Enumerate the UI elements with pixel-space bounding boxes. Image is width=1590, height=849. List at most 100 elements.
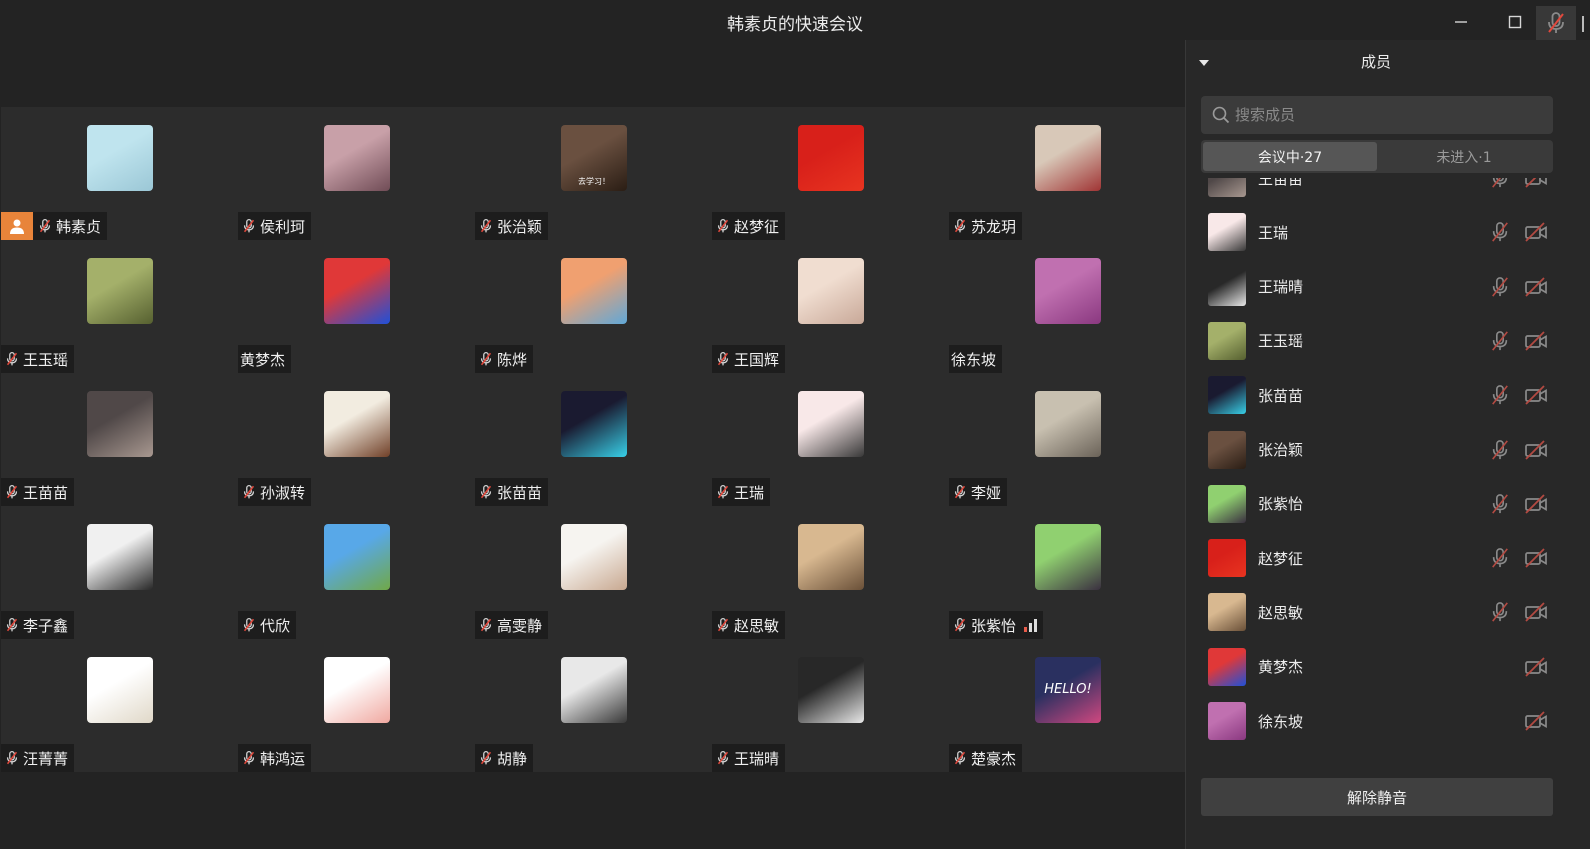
participant-name: 汪菁菁 xyxy=(23,749,69,768)
mic-off-icon xyxy=(951,482,969,502)
participant-tile[interactable]: 张紫怡 xyxy=(949,506,1187,639)
participant-tile[interactable]: 韩素贞 xyxy=(1,107,239,240)
tab-in-meeting[interactable]: 会议中·27 xyxy=(1203,142,1377,171)
participant-tile[interactable]: 徐东坡 xyxy=(949,240,1187,373)
participant-tile[interactable]: 李娅 xyxy=(949,373,1187,506)
member-mic-toggle[interactable] xyxy=(1488,178,1512,190)
member-row[interactable]: 张紫怡 xyxy=(1186,477,1566,531)
participant-tile[interactable]: 王国辉 xyxy=(712,240,950,373)
search-input[interactable] xyxy=(1235,106,1553,124)
participant-name: 赵思敏 xyxy=(734,616,780,635)
participant-nametag: 胡静 xyxy=(475,744,534,772)
mic-off-icon xyxy=(1492,385,1508,405)
member-mic-toggle[interactable] xyxy=(1488,383,1512,407)
member-camera-toggle[interactable] xyxy=(1522,178,1550,190)
member-row[interactable]: 徐东坡 xyxy=(1186,694,1566,748)
member-row[interactable]: 赵思敏 xyxy=(1186,585,1566,639)
member-row[interactable]: 张治颖 xyxy=(1186,423,1566,477)
member-row[interactable]: 王玉瑶 xyxy=(1186,314,1566,368)
participant-tile[interactable]: 陈烨 xyxy=(475,240,713,373)
participant-tile[interactable]: 李子鑫 xyxy=(1,506,239,639)
member-name: 王苗苗 xyxy=(1258,178,1304,188)
participant-tile[interactable]: 汪菁菁 xyxy=(1,639,239,772)
member-mic-toggle[interactable] xyxy=(1488,275,1512,299)
tab-not-joined[interactable]: 未进入·1 xyxy=(1377,142,1551,171)
panel-title: 成员 xyxy=(1360,53,1391,71)
member-list[interactable]: 王苗苗王瑞 王瑞晴王玉瑶张苗苗 张治颖 张紫怡 赵梦征 赵思敏 黄梦杰 徐东坡 xyxy=(1186,178,1566,763)
participant-avatar xyxy=(798,657,864,723)
member-avatar xyxy=(1208,376,1246,415)
participant-name: 黄梦杰 xyxy=(240,350,286,369)
participant-name: 韩素贞 xyxy=(56,217,102,236)
participant-tile[interactable]: 高雯静 xyxy=(475,506,713,639)
participant-tile[interactable]: 胡静 xyxy=(475,639,713,772)
mic-off-icon xyxy=(954,485,966,499)
member-search[interactable] xyxy=(1201,96,1553,134)
member-camera-toggle[interactable] xyxy=(1522,438,1550,462)
participant-name: 韩鸿运 xyxy=(260,749,306,768)
member-avatar xyxy=(1208,484,1246,523)
member-row[interactable]: 赵梦征 xyxy=(1186,531,1566,585)
participant-tile[interactable]: 张苗苗 xyxy=(475,373,713,506)
participant-tile[interactable]: 去学习！ 张治颖 xyxy=(475,107,713,240)
participant-nametag: 楚豪杰 xyxy=(949,744,1023,772)
member-mic-toggle[interactable] xyxy=(1488,492,1512,516)
participant-tile[interactable]: 苏龙玥 xyxy=(949,107,1187,240)
camera-off-icon xyxy=(1525,331,1547,351)
participant-tile[interactable]: 赵梦征 xyxy=(712,107,950,240)
participant-name: 王苗苗 xyxy=(23,483,69,502)
mic-off-icon xyxy=(6,485,18,499)
mic-off-icon xyxy=(1492,330,1508,351)
member-camera-toggle[interactable] xyxy=(1522,329,1550,353)
participant-tile[interactable]: 赵思敏 xyxy=(712,506,950,639)
member-avatar xyxy=(1208,539,1246,578)
member-name: 王玉瑶 xyxy=(1258,332,1304,351)
member-camera-toggle[interactable] xyxy=(1522,492,1550,516)
member-camera-toggle[interactable] xyxy=(1522,655,1550,679)
participant-avatar xyxy=(798,524,864,590)
participant-tile[interactable]: HELLO! 楚豪杰 xyxy=(949,639,1187,772)
member-camera-toggle[interactable] xyxy=(1522,383,1550,407)
participant-avatar: HELLO! xyxy=(1035,657,1101,723)
mic-off-icon xyxy=(240,748,258,768)
member-camera-toggle[interactable] xyxy=(1522,709,1550,733)
member-row[interactable]: 张苗苗 xyxy=(1186,368,1566,422)
member-row[interactable]: 王苗苗 xyxy=(1186,178,1566,205)
member-mic-toggle[interactable] xyxy=(1488,220,1512,244)
camera-off-icon xyxy=(1525,711,1547,731)
member-list-scrollbar[interactable] xyxy=(1570,178,1576,763)
member-camera-toggle[interactable] xyxy=(1522,546,1550,570)
maximize-button[interactable] xyxy=(1500,8,1530,36)
member-mic-toggle[interactable] xyxy=(1488,546,1512,570)
participant-tile[interactable]: 王瑞晴 xyxy=(712,639,950,772)
participant-tile[interactable]: 韩鸿运 xyxy=(238,639,476,772)
participant-tile[interactable]: 孙淑转 xyxy=(238,373,476,506)
participant-tile[interactable]: 侯利珂 xyxy=(238,107,476,240)
participant-avatar xyxy=(1035,258,1101,324)
member-mic-toggle[interactable] xyxy=(1488,329,1512,353)
mic-off-icon xyxy=(717,352,729,366)
participant-avatar xyxy=(87,657,153,723)
member-mic-toggle[interactable] xyxy=(1488,600,1512,624)
participant-tile[interactable]: 代欣 xyxy=(238,506,476,639)
participant-avatar xyxy=(1035,125,1101,191)
member-camera-toggle[interactable] xyxy=(1522,220,1550,244)
member-row[interactable]: 黄梦杰 xyxy=(1186,640,1566,694)
participant-name: 李娅 xyxy=(971,483,1002,502)
participant-avatar xyxy=(1035,391,1101,457)
mic-off-icon xyxy=(714,615,732,635)
member-row[interactable]: 王瑞晴 xyxy=(1186,260,1566,314)
participant-tile[interactable]: 黄梦杰 xyxy=(238,240,476,373)
toolbar-mute-button[interactable] xyxy=(1536,6,1576,40)
member-mic-toggle[interactable] xyxy=(1488,438,1512,462)
mic-off-icon xyxy=(714,349,732,369)
participant-tile[interactable]: 王瑞 xyxy=(712,373,950,506)
unmute-button[interactable]: 解除静音 xyxy=(1201,778,1553,816)
member-row[interactable]: 王瑞 xyxy=(1186,205,1566,259)
member-camera-toggle[interactable] xyxy=(1522,600,1550,624)
participant-tile[interactable]: 王玉瑶 xyxy=(1,240,239,373)
member-camera-toggle[interactable] xyxy=(1522,275,1550,299)
minimize-button[interactable] xyxy=(1446,8,1476,36)
participant-tile[interactable]: 王苗苗 xyxy=(1,373,239,506)
camera-off-icon xyxy=(1525,494,1547,514)
